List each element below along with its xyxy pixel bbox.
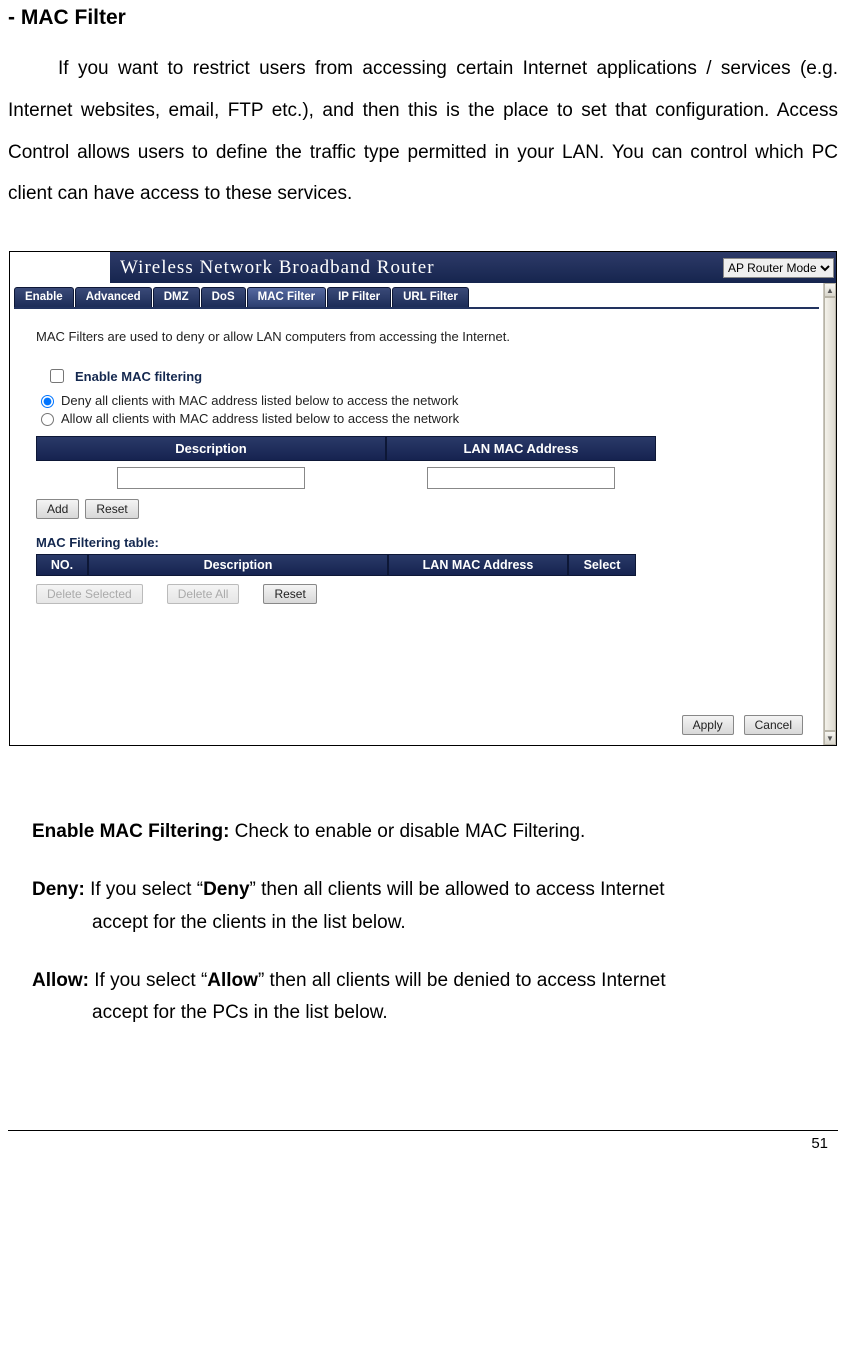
router-body: Enable Advanced DMZ DoS MAC Filter IP Fi…	[10, 283, 823, 745]
def-deny: Deny: If you select “Deny” then all clie…	[32, 874, 814, 939]
definitions-block: Enable MAC Filtering: Check to enable or…	[8, 816, 838, 1029]
def-deny-continuation: accept for the clients in the list below…	[32, 907, 814, 939]
document-page: - MAC Filter If you want to restrict use…	[0, 0, 846, 1162]
th-description: Description	[36, 436, 386, 461]
delete-all-button[interactable]: Delete All	[167, 584, 240, 604]
def-enable: Enable MAC Filtering: Check to enable or…	[32, 816, 814, 848]
reset-button[interactable]: Reset	[85, 499, 138, 519]
input-cell-mac	[386, 461, 656, 495]
fth-mac: LAN MAC Address	[388, 554, 568, 576]
scroll-up-arrow-icon[interactable]: ▲	[824, 283, 836, 297]
description-input[interactable]	[117, 467, 305, 489]
lower-button-row: Delete Selected Delete All Reset	[36, 584, 805, 604]
router-screenshot: Wireless Network Broadband Router AP Rou…	[9, 251, 837, 746]
router-title: Wireless Network Broadband Router	[110, 257, 723, 279]
enable-mac-filtering-label: Enable MAC filtering	[75, 369, 202, 384]
fth-no: NO.	[36, 554, 88, 576]
tab-dos[interactable]: DoS	[201, 287, 246, 307]
add-button[interactable]: Add	[36, 499, 79, 519]
def-deny-text-1: If you select “	[85, 879, 203, 900]
page-number: 51	[811, 1135, 828, 1152]
mac-address-input[interactable]	[427, 467, 615, 489]
radio-deny-label: Deny all clients with MAC address listed…	[61, 393, 458, 408]
panel-description: MAC Filters are used to deny or allow LA…	[36, 329, 805, 344]
vertical-scrollbar[interactable]: ▲ ▼	[823, 283, 836, 745]
def-enable-label: Enable MAC Filtering:	[32, 821, 229, 842]
logo-placeholder	[10, 252, 110, 283]
delete-selected-button[interactable]: Delete Selected	[36, 584, 143, 604]
input-cell-description	[36, 461, 386, 495]
settings-panel: MAC Filters are used to deny or allow LA…	[10, 309, 823, 610]
entry-input-row	[36, 461, 805, 495]
filtering-table-title: MAC Filtering table:	[36, 535, 805, 550]
scroll-down-arrow-icon[interactable]: ▼	[824, 731, 836, 745]
apply-button[interactable]: Apply	[682, 715, 734, 735]
tab-advanced[interactable]: Advanced	[75, 287, 152, 307]
radio-allow-label: Allow all clients with MAC address liste…	[61, 411, 459, 426]
def-allow-bold: Allow	[207, 970, 258, 991]
reset-table-button[interactable]: Reset	[263, 584, 316, 604]
def-deny-text-2: ” then all clients will be allowed to ac…	[250, 879, 665, 900]
filtering-table-header: NO. Description LAN MAC Address Select	[36, 554, 805, 576]
tab-enable[interactable]: Enable	[14, 287, 74, 307]
tab-bar: Enable Advanced DMZ DoS MAC Filter IP Fi…	[10, 283, 823, 307]
th-mac: LAN MAC Address	[386, 436, 656, 461]
page-footer: 51	[8, 1130, 838, 1162]
def-allow-label: Allow:	[32, 970, 89, 991]
fth-description: Description	[88, 554, 388, 576]
scroll-thumb[interactable]	[824, 297, 836, 731]
tab-dmz[interactable]: DMZ	[153, 287, 200, 307]
entry-header-row: Description LAN MAC Address	[36, 436, 805, 461]
def-enable-text: Check to enable or disable MAC Filtering…	[229, 821, 585, 842]
def-deny-label: Deny:	[32, 879, 85, 900]
def-allow: Allow: If you select “Allow” then all cl…	[32, 965, 814, 1030]
def-allow-text-2: ” then all clients will be denied to acc…	[258, 970, 666, 991]
add-reset-row: Add Reset	[36, 499, 805, 519]
tab-ip-filter[interactable]: IP Filter	[327, 287, 391, 307]
radio-deny[interactable]	[41, 395, 54, 408]
fth-select: Select	[568, 554, 636, 576]
section-heading: - MAC Filter	[8, 6, 838, 30]
radio-allow-row: Allow all clients with MAC address liste…	[36, 410, 805, 426]
radio-allow[interactable]	[41, 413, 54, 426]
tab-mac-filter[interactable]: MAC Filter	[247, 287, 327, 307]
mode-select[interactable]: AP Router Mode	[723, 258, 834, 278]
tab-url-filter[interactable]: URL Filter	[392, 287, 469, 307]
def-allow-text-1: If you select “	[89, 970, 207, 991]
def-allow-continuation: accept for the PCs in the list below.	[32, 997, 814, 1029]
enable-row: Enable MAC filtering	[46, 366, 805, 386]
apply-cancel-row: Apply Cancel	[682, 715, 803, 735]
radio-deny-row: Deny all clients with MAC address listed…	[36, 392, 805, 408]
enable-mac-filtering-checkbox[interactable]	[50, 369, 64, 383]
intro-paragraph: If you want to restrict users from acces…	[8, 48, 838, 215]
def-deny-bold: Deny	[203, 879, 249, 900]
cancel-button[interactable]: Cancel	[744, 715, 803, 735]
router-header-bar: Wireless Network Broadband Router AP Rou…	[10, 252, 836, 284]
